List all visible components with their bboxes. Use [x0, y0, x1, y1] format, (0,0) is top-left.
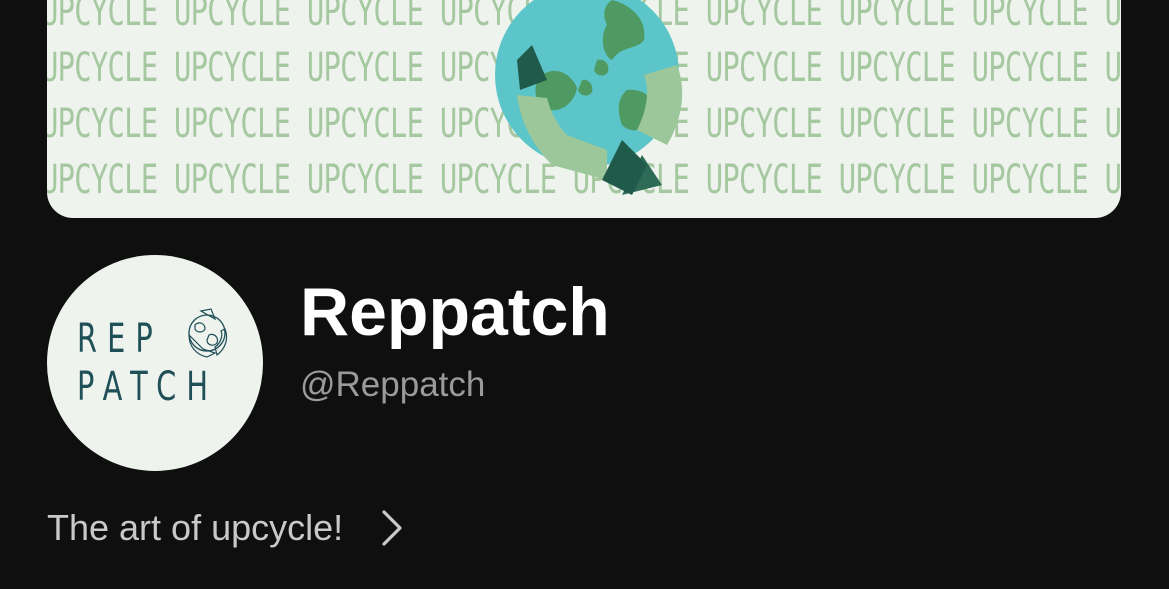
profile-avatar[interactable]: REP PATCH: [47, 255, 263, 471]
profile-bio: The art of upcycle!: [47, 507, 344, 548]
profile-page: UPCYCLE UPCYCLE UPCYCLE UPCYCLE UPCYCLE …: [0, 0, 1169, 589]
bio-row[interactable]: The art of upcycle!: [47, 508, 405, 548]
display-name: Reppatch: [300, 274, 610, 350]
earth-recycle-icon: [495, 0, 683, 195]
avatar-logo-line1: REP: [77, 316, 163, 362]
chevron-right-icon[interactable]: [379, 508, 405, 548]
profile-handle: @Reppatch: [300, 365, 486, 404]
avatar-logo-line2: PATCH: [77, 364, 219, 410]
profile-banner[interactable]: UPCYCLE UPCYCLE UPCYCLE UPCYCLE UPCYCLE …: [47, 0, 1121, 218]
earth-recycle-icon: [188, 308, 228, 358]
